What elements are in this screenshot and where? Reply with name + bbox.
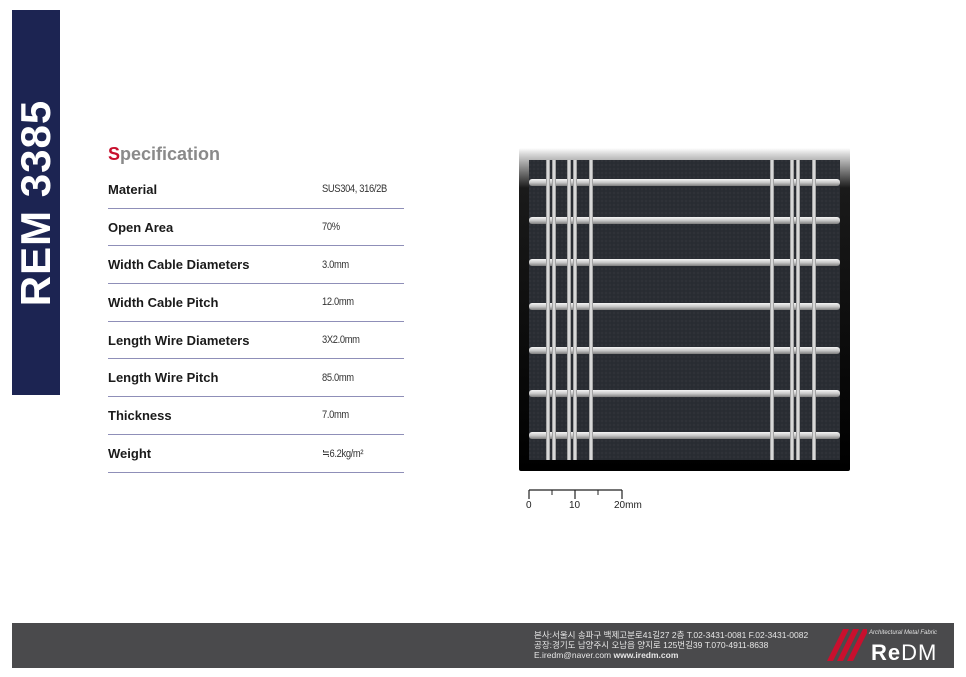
spec-title-initial: S: [108, 144, 121, 164]
spec-label: Length Wire Diameters: [108, 332, 250, 348]
footer-factory-address: 공장:경기도 남양주시 오남읍 양지로 125번길39 T.070-4911-8…: [534, 640, 769, 650]
scale-bar: 0 10 20mm: [522, 488, 652, 516]
footer-hq-address: 본사:서울시 송파구 백제고분로41길27 2층 T.02-3431-0081 …: [534, 630, 809, 640]
spec-row-length-wire-pitch: Length Wire Pitch 85.0mm: [108, 359, 404, 398]
scale-label-10: 10: [569, 500, 581, 511]
product-code: REM 3385: [12, 99, 59, 306]
logo-word-dm: DM: [901, 640, 938, 665]
spec-title-rest: pecification: [120, 144, 221, 164]
scale-label-20: 20mm: [614, 500, 642, 511]
spec-label: Width Cable Diameters: [108, 257, 250, 273]
spec-row-length-wire-diameters: Length Wire Diameters 3X2.0mm: [108, 322, 404, 360]
spec-value: SUS304, 316/2B: [322, 183, 387, 196]
spec-row-weight: Weight ≒6.2kg/m²: [108, 435, 404, 473]
logo-wordmark: ReDM: [871, 640, 937, 666]
spec-label: Weight: [108, 445, 152, 461]
spec-value: 7.0mm: [322, 409, 349, 422]
spec-value: 85.0mm: [322, 371, 354, 384]
spec-label: Width Cable Pitch: [108, 294, 219, 310]
spec-row-thickness: Thickness 7.0mm: [108, 397, 404, 435]
logo-slash-mark-icon: [827, 629, 867, 661]
spec-row-width-cable-pitch: Width Cable Pitch 12.0mm: [108, 284, 404, 322]
footer-address: 본사:서울시 송파구 백제고분로41길27 2층 T.02-3431-0081 …: [534, 630, 808, 660]
footer-email: E.iredm@naver.com: [534, 650, 612, 660]
spec-label: Open Area: [108, 219, 174, 235]
footer-bar: 본사:서울시 송파구 백제고분로41길27 2층 T.02-3431-0081 …: [12, 623, 954, 668]
spec-value: ≒6.2kg/m²: [322, 447, 364, 460]
spec-row-material: Material SUS304, 316/2B: [108, 171, 404, 209]
spec-value: 12.0mm: [322, 296, 354, 309]
spec-value: 3X2.0mm: [322, 334, 360, 347]
spec-value: 70%: [322, 221, 340, 234]
footer-website: www.iredm.com: [613, 650, 679, 660]
spec-title: Specification: [108, 144, 220, 165]
spec-label: Length Wire Pitch: [108, 370, 219, 386]
spec-label: Thickness: [108, 407, 172, 423]
spec-label: Material: [108, 181, 158, 197]
redm-logo: Architectural Metal Fabric ReDM: [827, 627, 952, 665]
mesh-product-photo: [519, 148, 850, 471]
spec-table: Material SUS304, 316/2B Open Area 70% Wi…: [108, 171, 404, 473]
scale-ruler: [528, 489, 623, 499]
mesh-illustration: [529, 160, 840, 460]
logo-tagline: Architectural Metal Fabric: [869, 630, 938, 636]
product-code-tab: REM 3385: [12, 10, 60, 395]
spec-row-width-cable-diameters: Width Cable Diameters 3.0mm: [108, 246, 404, 285]
spec-row-open-area: Open Area 70%: [108, 209, 404, 247]
scale-label-0: 0: [526, 500, 532, 511]
logo-word-re: Re: [871, 640, 902, 665]
spec-value: 3.0mm: [322, 258, 349, 271]
